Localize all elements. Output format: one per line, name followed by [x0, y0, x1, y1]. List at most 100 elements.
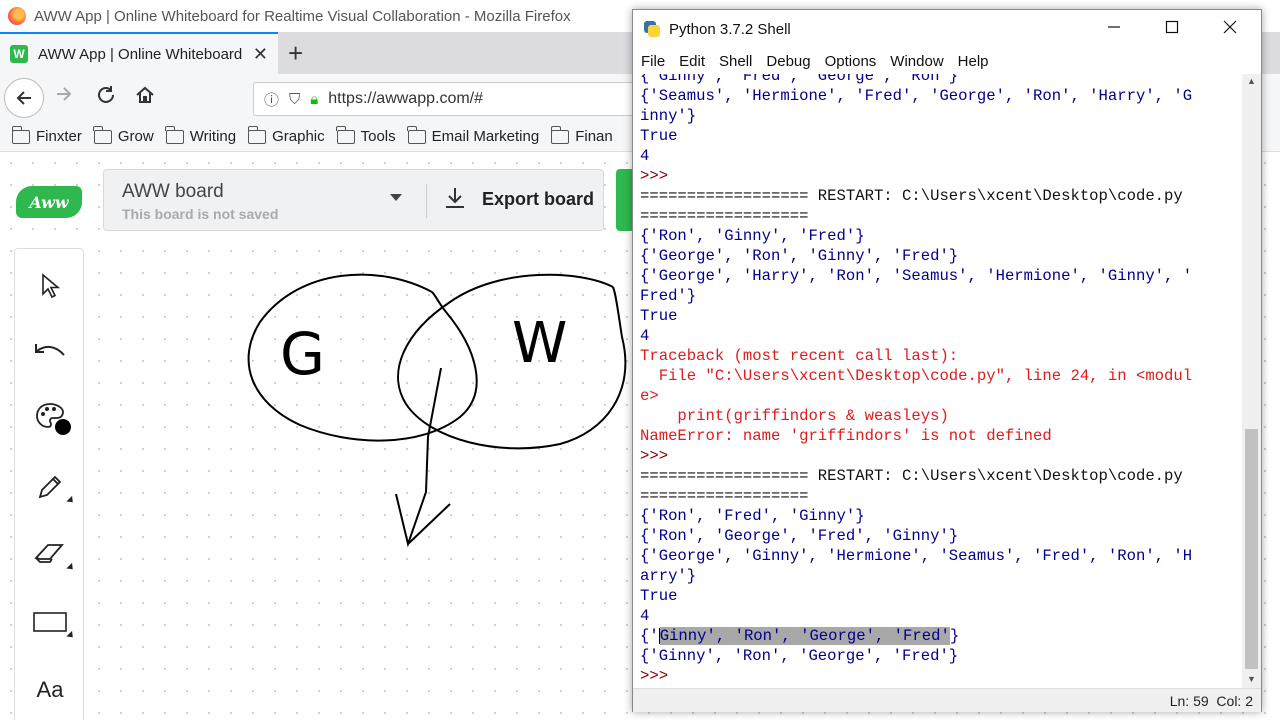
line-suffix: } [949, 627, 960, 645]
menu-help[interactable]: Help [958, 53, 989, 70]
shell-line: File "C:\Users\xcent\Desktop\code.py", l… [640, 367, 1193, 385]
bookmark-label: Grow [117, 128, 154, 145]
undo-icon [35, 344, 65, 356]
shell-line: ================== [640, 207, 809, 225]
folder-icon [11, 125, 30, 144]
undo-tool[interactable] [15, 327, 85, 377]
bookmark-tools[interactable]: Tools [336, 125, 396, 145]
text-tool-label: Aa [36, 677, 64, 702]
drawing-toolbar: Aa [14, 248, 84, 720]
tab-close-icon[interactable]: ✕ [253, 44, 268, 65]
menu-options[interactable]: Options [825, 53, 877, 70]
line-prefix: {' [640, 627, 659, 645]
menu-window[interactable]: Window [890, 53, 943, 70]
shell-line: {'Ginny', 'Ron', 'George', 'Fred'} [640, 647, 959, 665]
pencil-tool[interactable] [15, 462, 85, 512]
menu-edit[interactable]: Edit [679, 53, 705, 70]
cursor-arrow-icon [42, 273, 61, 299]
shell-line: Traceback (most recent call last): [640, 347, 959, 365]
shell-line: {'George', 'Harry', 'Ron', 'Seamus', 'He… [640, 267, 1193, 285]
bookmark-label: Graphic [272, 128, 325, 145]
firefox-window-title: AWW App | Online Whiteboard for Realtime… [34, 7, 571, 25]
shell-output-area[interactable]: {'Ginny', 'Fred', 'George', 'Ron'} {'Seam… [633, 74, 1241, 688]
new-tab-button[interactable]: + [288, 38, 303, 69]
folder-icon [165, 125, 184, 144]
current-color-swatch[interactable] [55, 419, 71, 435]
bookmark-label: Tools [360, 128, 396, 145]
home-button[interactable] [134, 84, 156, 112]
forward-arrow-icon [57, 87, 72, 101]
menu-file[interactable]: File [641, 53, 665, 70]
home-icon [136, 86, 154, 103]
shell-line: {'Seamus', 'Hermione', 'Fred', 'George',… [640, 87, 1193, 105]
eraser-icon [34, 544, 64, 563]
info-icon[interactable]: ⓘ [264, 89, 279, 110]
scrollbar-thumb[interactable] [1245, 429, 1258, 669]
shell-line: 4 [640, 327, 650, 345]
shell-line: Fred'} [640, 287, 697, 305]
pencil-icon [38, 475, 62, 499]
bookmark-finxter[interactable]: Finxter [11, 125, 82, 145]
shell-line: e> [640, 387, 659, 405]
bookmark-finance[interactable]: Finan [550, 125, 613, 145]
bookmark-writing[interactable]: Writing [165, 125, 237, 145]
shell-line: {'Ron', 'George', 'Fred', 'Ginny'} [640, 527, 959, 545]
shell-line: True [640, 587, 678, 605]
maximize-icon [1165, 20, 1179, 34]
rectangle-icon [33, 612, 67, 632]
lock-icon[interactable]: 🔒︎ [310, 91, 318, 108]
shell-line: arry'} [640, 567, 697, 585]
maximize-button[interactable] [1165, 18, 1179, 39]
bookmark-label: Finan [575, 128, 613, 145]
shell-line: 4 [640, 607, 650, 625]
submenu-indicator-icon [66, 630, 76, 641]
url-text[interactable]: https://awwapp.com/# [328, 90, 483, 108]
shell-line: ================== [640, 487, 809, 505]
menu-shell[interactable]: Shell [719, 53, 752, 70]
bookmark-label: Finxter [36, 128, 82, 145]
folder-icon [550, 125, 570, 144]
scroll-up-icon[interactable]: ▲ [1247, 76, 1256, 86]
python-shell-title: Python 3.7.2 Shell [669, 20, 791, 38]
text-tool[interactable]: Aa [15, 665, 85, 715]
scroll-down-icon[interactable]: ▼ [1247, 674, 1256, 684]
submenu-indicator-icon [66, 562, 76, 573]
selected-text[interactable]: Ginny', 'Ron', 'George', 'Fred' [659, 627, 950, 645]
url-bar[interactable]: ⓘ ⛉ 🔒︎ https://awwapp.com/# [253, 82, 653, 116]
submenu-indicator-icon [66, 495, 76, 506]
menu-debug[interactable]: Debug [766, 53, 810, 70]
bookmark-email-marketing[interactable]: Email Marketing [407, 125, 540, 145]
bookmark-label: Writing [189, 128, 237, 145]
tab-aww-app[interactable]: W AWW App | Online Whiteboard for Realti… [0, 32, 278, 74]
shell-line: True [640, 127, 678, 145]
back-button[interactable] [4, 78, 44, 118]
shell-line: {'Ginny', 'Ron', 'George', 'Fred'} [640, 626, 959, 646]
folder-icon [336, 125, 355, 144]
color-tool[interactable] [15, 391, 85, 441]
reload-icon [98, 86, 114, 103]
shape-tool[interactable] [15, 597, 85, 647]
shell-scrollbar[interactable]: ▲ ▼ [1242, 74, 1261, 688]
folder-icon [247, 125, 267, 144]
select-tool[interactable] [15, 261, 85, 311]
folder-icon [407, 125, 426, 144]
python-shell-window: Python 3.7.2 Shell File Edit Shell Debug… [632, 9, 1262, 712]
close-button[interactable] [1223, 18, 1237, 39]
shell-line: 4 [640, 147, 650, 165]
tracking-shield-icon[interactable]: ⛉ [289, 91, 300, 108]
bookmark-label: Email Marketing [431, 128, 540, 145]
forward-button[interactable] [54, 84, 74, 110]
shell-line: {'George', 'Ginny', 'Hermione', 'Seamus'… [640, 547, 1193, 565]
shell-line: {'Ginny', 'Fred', 'George', 'Ron'} [640, 74, 959, 85]
python-shell-titlebar[interactable]: Python 3.7.2 Shell [633, 10, 1261, 48]
aww-favicon-icon: W [10, 45, 28, 63]
minimize-button[interactable] [1107, 18, 1121, 39]
bookmark-grow[interactable]: Grow [93, 125, 154, 145]
shell-line: {'Ron', 'Fred', 'Ginny'} [640, 507, 865, 525]
reload-button[interactable] [95, 84, 117, 112]
arrow-stroke [395, 367, 451, 548]
eraser-tool[interactable] [15, 529, 85, 579]
folder-icon [93, 125, 112, 144]
letter-g: G [280, 320, 325, 388]
bookmark-graphic[interactable]: Graphic [247, 125, 325, 145]
